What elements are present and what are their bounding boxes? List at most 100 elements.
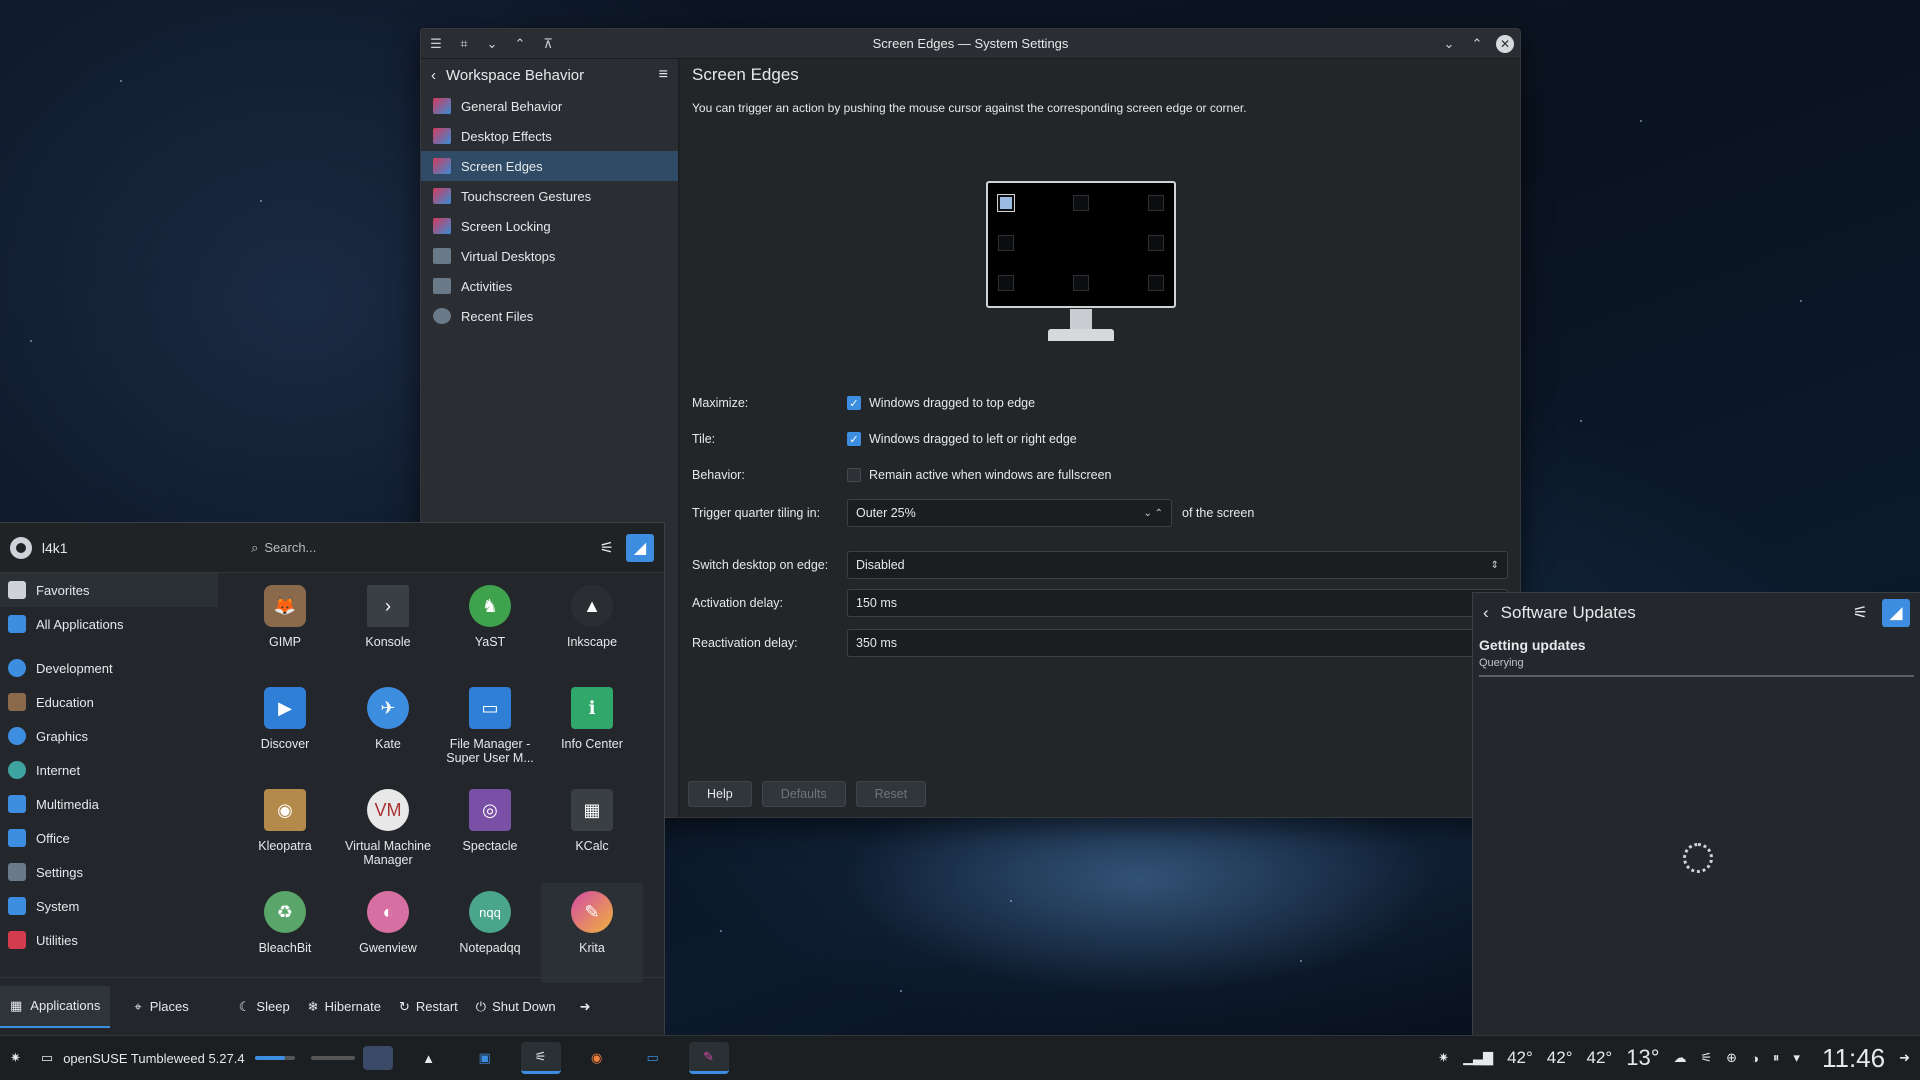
reset-button[interactable]: Reset xyxy=(855,781,927,807)
pin-button[interactable]: ◢ xyxy=(626,533,654,562)
category-development[interactable]: Development xyxy=(0,651,228,685)
cpu-graph-icon[interactable]: ▁▃▇ xyxy=(1463,1050,1493,1066)
spin-arrows-icon[interactable]: ⌄ ⌃ xyxy=(1143,508,1163,519)
volume-slider[interactable] xyxy=(310,1056,355,1060)
weather-temperature[interactable]: 13° xyxy=(1626,1045,1659,1071)
taskbar-inkscape[interactable]: ▲ xyxy=(409,1042,449,1074)
pause-icon[interactable]: ⏸ xyxy=(1773,1050,1780,1066)
activation-delay-spinbox[interactable]: 150 ms ⌄ ⌃ xyxy=(847,589,1508,617)
edge-top[interactable] xyxy=(1073,195,1089,211)
app-launcher-button[interactable]: ✷ xyxy=(0,1036,31,1080)
hamburger-menu-icon[interactable]: ≡ xyxy=(659,66,668,84)
sidebar-item-touchscreen-gestures[interactable]: Touchscreen Gestures xyxy=(421,181,678,211)
show-desktop-icon[interactable]: ➜ xyxy=(1899,1050,1910,1066)
crop-icon[interactable]: ⌗ xyxy=(455,35,473,53)
app-file-manager-super-user[interactable]: ▭ File Manager - Super User M... xyxy=(439,679,541,779)
category-office[interactable]: Office xyxy=(0,821,228,855)
app-discover[interactable]: ▶ Discover xyxy=(234,679,336,779)
keep-below-icon[interactable]: ⌄ xyxy=(483,35,501,53)
app-gimp[interactable]: 🦊 GIMP xyxy=(234,577,336,677)
category-settings[interactable]: Settings xyxy=(0,855,228,889)
maximize-checkbox-label[interactable]: Windows dragged to top edge xyxy=(869,396,1035,410)
sleep-button[interactable]: ☾ Sleep xyxy=(239,999,290,1015)
hibernate-button[interactable]: ❄ Hibernate xyxy=(308,999,381,1015)
updates-icon[interactable]: ⊕ xyxy=(1726,1050,1737,1066)
network-icon[interactable]: ✷ xyxy=(1438,1050,1449,1066)
taskbar-file-manager[interactable]: ▭ xyxy=(633,1042,673,1074)
app-kate[interactable]: ✈ Kate xyxy=(337,679,439,779)
category-utilities[interactable]: Utilities xyxy=(0,923,228,957)
app-gwenview[interactable]: ◐ Gwenview xyxy=(337,883,439,983)
app-inkscape[interactable]: ▲ Inkscape xyxy=(541,577,643,677)
taskbar-krita[interactable]: ✎ xyxy=(688,1042,729,1074)
media-player-widget[interactable]: ▭ openSUSE Tumbleweed 5.27.4 xyxy=(31,1036,305,1080)
category-multimedia[interactable]: Multimedia xyxy=(0,787,228,821)
category-education[interactable]: Education xyxy=(0,685,228,719)
close-icon[interactable]: ✕ xyxy=(1496,34,1514,53)
edge-bottom[interactable] xyxy=(1073,275,1089,291)
app-virtual-machine-manager[interactable]: VM Virtual Machine Manager xyxy=(337,781,439,881)
restart-button[interactable]: ↻ Restart xyxy=(399,999,458,1015)
edge-bottom-left[interactable] xyxy=(998,275,1014,291)
edge-top-left[interactable] xyxy=(997,194,1015,212)
back-arrow-icon[interactable]: ‹ xyxy=(1483,603,1489,623)
settings-sliders-icon[interactable]: ⚟ xyxy=(1701,1050,1713,1066)
edge-left[interactable] xyxy=(998,235,1014,251)
audio-icon[interactable]: ◑ xyxy=(1751,1051,1759,1066)
category-internet[interactable]: Internet xyxy=(0,753,228,787)
configure-icon[interactable]: ⚟ xyxy=(600,538,614,558)
taskbar-discover[interactable]: ▣ xyxy=(465,1042,505,1074)
tile-checkbox[interactable]: ✓ xyxy=(847,432,861,446)
tray-expand-icon[interactable]: ▾ xyxy=(1793,1050,1800,1066)
switch-desktop-combo[interactable]: Disabled ⇕ xyxy=(847,551,1508,579)
category-favorites[interactable]: Favorites xyxy=(0,573,218,607)
taskbar-firefox[interactable]: ◉ xyxy=(577,1042,617,1074)
behavior-checkbox-label[interactable]: Remain active when windows are fullscree… xyxy=(869,468,1111,482)
tab-places[interactable]: ⌖ Places xyxy=(124,986,198,1028)
cloud-icon[interactable]: ☁ xyxy=(1674,1050,1687,1066)
sidebar-item-virtual-desktops[interactable]: Virtual Desktops xyxy=(421,241,678,271)
media-progress-slider[interactable] xyxy=(254,1056,295,1060)
app-spectacle[interactable]: ◎ Spectacle xyxy=(439,781,541,881)
defaults-button[interactable]: Defaults xyxy=(761,781,846,807)
help-button[interactable]: Help xyxy=(688,781,752,807)
leave-button[interactable]: ➜ xyxy=(580,999,591,1015)
sidebar-item-recent-files[interactable]: Recent Files xyxy=(421,301,678,331)
app-konsole[interactable]: › Konsole xyxy=(337,577,439,677)
window-menu-icon[interactable]: ☰ xyxy=(427,35,445,53)
app-kleopatra[interactable]: ◉ Kleopatra xyxy=(234,781,336,881)
edge-top-right[interactable] xyxy=(1148,195,1164,211)
sidebar-item-general-behavior[interactable]: General Behavior xyxy=(421,91,678,121)
configure-icon[interactable]: ⚟ xyxy=(1853,603,1868,623)
edge-right[interactable] xyxy=(1148,235,1164,251)
tab-applications[interactable]: ▦ Applications xyxy=(0,985,111,1028)
app-notepadqq[interactable]: nqq Notepadqq xyxy=(439,883,541,983)
app-krita[interactable]: ✎ Krita xyxy=(541,883,643,983)
back-arrow-icon[interactable]: ‹ xyxy=(431,67,436,84)
pin-button[interactable]: ◢ xyxy=(1882,599,1910,627)
pager-desktop[interactable] xyxy=(362,1046,393,1070)
keep-above-icon[interactable]: ⌃ xyxy=(511,35,529,53)
behavior-checkbox[interactable] xyxy=(847,468,861,482)
reactivation-delay-spinbox[interactable]: 350 ms xyxy=(847,629,1508,657)
minimize-icon[interactable]: ⌄ xyxy=(1440,35,1458,53)
tile-checkbox-label[interactable]: Windows dragged to left or right edge xyxy=(869,432,1077,446)
taskbar-system-settings[interactable]: ⚟ xyxy=(520,1042,561,1074)
app-yast[interactable]: ♞ YaST xyxy=(439,577,541,677)
window-titlebar[interactable]: ☰ ⌗ ⌄ ⌃ ⊼ Screen Edges — System Settings… xyxy=(421,29,1520,59)
app-bleachbit[interactable]: ♻ BleachBit xyxy=(234,883,336,983)
avatar[interactable] xyxy=(10,536,32,559)
edge-bottom-right[interactable] xyxy=(1148,275,1164,291)
search-field[interactable]: ⌕ Search... xyxy=(251,540,590,556)
app-info-center[interactable]: ℹ Info Center xyxy=(541,679,643,779)
quarter-tiling-spinbox[interactable]: Outer 25% ⌄ ⌃ xyxy=(847,499,1172,527)
maximize-icon[interactable]: ⌃ xyxy=(1468,35,1486,53)
maximize-checkbox[interactable]: ✓ xyxy=(847,396,861,410)
category-all-applications[interactable]: All Applications xyxy=(0,607,228,641)
shut-down-button[interactable]: ⏻ Shut Down xyxy=(476,999,556,1015)
sidebar-item-activities[interactable]: Activities xyxy=(421,271,678,301)
shade-icon[interactable]: ⊼ xyxy=(539,35,557,53)
category-graphics[interactable]: Graphics xyxy=(0,719,228,753)
sidebar-item-screen-edges[interactable]: Screen Edges xyxy=(421,151,678,181)
clock[interactable]: 11:46 xyxy=(1822,1043,1885,1074)
